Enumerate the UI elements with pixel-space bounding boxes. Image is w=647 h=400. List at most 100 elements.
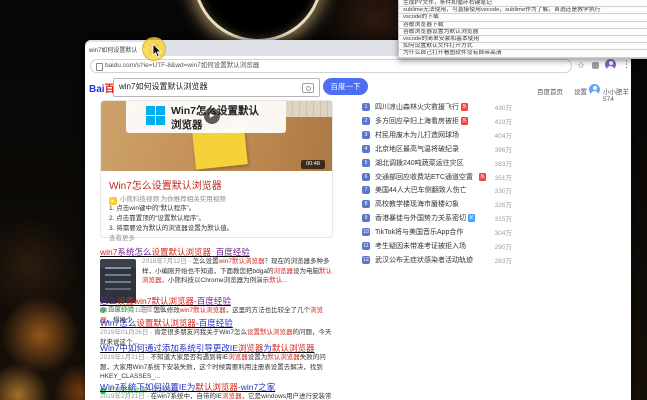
hot-list-item[interactable]: 8 高校教学楼现海市蜃楼幻象 326万: [362, 198, 512, 211]
text-segment: 设置为: [247, 354, 268, 361]
text-segment: 设为电脑: [292, 267, 319, 275]
hot-item-count: 430万: [494, 105, 512, 112]
text-segment: win7默认浏览器: [179, 307, 226, 314]
search-box: [113, 78, 320, 97]
hot-list-item[interactable]: 11 考生疑因未带准考证被拒入场 290万: [362, 240, 512, 253]
hot-list-item[interactable]: 1 四川凉山森林火灾救援飞行热 430万: [362, 101, 512, 114]
browser-window: win7如何设置默认浏览器_百度搜索 × + baidu.com/s?ie=UT…: [85, 40, 631, 400]
hot-rank-badge: 10: [362, 228, 370, 237]
result-snippet: 2019年1月21日 - 不知道大家是否有遇到将IE浏览器设置为默认浏览器失败的…: [100, 353, 333, 382]
note-line: 为什么自己打开看图软件没有自带高清: [399, 50, 647, 58]
hot-list-item[interactable]: 7 美国44人大巴车侧翻致人伤亡 330万: [362, 184, 512, 197]
hot-item-count: 326万: [494, 202, 512, 210]
result-title-link[interactable]: Win7系统下如何设置IE为默认浏览器-win7之家: [100, 381, 333, 392]
view-more-link[interactable]: 查看更多: [109, 232, 135, 242]
text-segment: 浏览器: [237, 343, 264, 353]
text-segment: win7默认浏览器: [218, 258, 265, 265]
eclipse-wallpaper: [193, 0, 323, 42]
baidu-username[interactable]: 小小肥羊574: [603, 86, 631, 103]
text-segment: 2019年01月26日 -: [100, 329, 155, 336]
hot-item-count: 315万: [494, 216, 512, 224]
mouse-cursor-icon: [152, 44, 162, 58]
page-security-icon[interactable]: [96, 63, 103, 71]
hot-list-item[interactable]: 3 村民用废木为儿打造网球场 404万: [362, 129, 512, 142]
browser-profile-avatar[interactable]: [605, 59, 616, 70]
video-step: 2. 点击靠置顶的“设置默认程序”。: [109, 215, 206, 222]
text-segment: 肯定很多朋友问我关于Win7怎么: [154, 329, 248, 336]
video-steps-list: 1. 点击win键中的“默认程序”。 2. 点击靠置顶的“设置默认程序”。 3. 将…: [109, 204, 327, 234]
text-segment: 默认...: [269, 277, 288, 284]
search-input[interactable]: [114, 79, 299, 94]
hot-item-count: 404万: [494, 132, 512, 140]
hot-list-item[interactable]: 9 香港暴徒与外国势力关系密切新 315万: [362, 212, 512, 225]
text-segment: 设置win7默认浏览器: [117, 296, 194, 306]
hot-item-title[interactable]: 多方回应孕妇上海看房被拒: [375, 116, 459, 126]
browser-menu-icon[interactable]: ⋮: [622, 59, 631, 70]
text-segment: 怎么修改: [153, 307, 180, 314]
bookmark-star-icon[interactable]: ☆: [577, 60, 585, 71]
hot-flag-badge: 热: [479, 172, 486, 181]
nav-baidu-home[interactable]: 百度首页: [537, 86, 563, 96]
hot-rank-badge: 7: [362, 186, 370, 195]
hot-list-item[interactable]: 4 北京地区最高气温将破纪录 396万: [362, 143, 512, 156]
hot-item-title[interactable]: 北京地区最高气温将破纪录: [375, 144, 459, 154]
hot-item-title[interactable]: 香港暴徒与外国势力关系密切: [375, 213, 466, 223]
note-line: 生成PY文件，条件和循环右键笔记: [399, 0, 647, 8]
baidu-user-avatar[interactable]: [589, 84, 600, 95]
hot-flag-badge: 热: [461, 103, 468, 111]
hot-item-title[interactable]: 武汉公布无症状感染者活动轨迹: [375, 255, 473, 265]
hot-rank-badge: 2: [362, 116, 370, 125]
text-segment: Win7系统下如何设置IE为: [100, 382, 196, 392]
camera-search-icon[interactable]: [302, 83, 314, 93]
address-bar[interactable]: baidu.com/s?ie=UTF-8&wd=win7如何设置默认浏览器: [90, 59, 572, 73]
hot-rank-badge: 5: [362, 158, 370, 167]
hot-rank-badge: 12: [362, 255, 370, 264]
video-result-title[interactable]: Win7怎么设置默认浏览器: [109, 177, 222, 192]
nav-settings[interactable]: 设置: [574, 86, 587, 96]
video-step: 3. 将需要设为默认的浏览器设置为默认值。: [109, 225, 234, 232]
text-segment: 设置默认浏览器: [136, 318, 196, 328]
text-segment: 默认浏览器: [271, 343, 315, 353]
result-title-link[interactable]: win7系统怎么设置默认浏览器_百度经验: [100, 246, 333, 257]
hot-item-title[interactable]: 考生疑因未带准考证被拒入场: [375, 241, 466, 251]
text-segment: 不知道大家是否有遇到将IE: [150, 354, 229, 361]
hot-item-count: 283万: [494, 257, 512, 265]
result-title-link[interactable]: Win7怎么设置默认浏览器-百度经验: [100, 317, 333, 328]
video-result-card[interactable]: Win7怎么设置默认 浏览器 ▶ 00:48 Win7怎么设置默认浏览器 ▶小熊…: [100, 100, 333, 242]
hot-search-list: 1 四川凉山森林火灾救援飞行热 430万 2 多方回应孕妇上海看房被拒热 419万 3 村民用…: [362, 101, 512, 311]
hot-item-title[interactable]: 高校教学楼现海市蜃楼幻象: [375, 199, 459, 209]
hot-item-title[interactable]: TikTok将与美国音乐App合作: [375, 227, 463, 237]
hot-item-title[interactable]: 美国44人大巴车侧翻致人伤亡: [375, 185, 467, 195]
hot-list-item[interactable]: 5 湖北调拨240吨蔬菜运往灾区 383万: [362, 157, 512, 170]
result-title-link[interactable]: Win7中如何通过添加系统引导更改IE浏览器为默认浏览器: [100, 342, 333, 353]
text-segment: ，这里的方法也比较全了几个: [225, 307, 311, 314]
hot-item-title[interactable]: 村民用废木为儿打造网球场: [375, 130, 459, 140]
extension-icon[interactable]: [592, 62, 599, 69]
hot-item-title[interactable]: 交通部回应收费站ETC通道空置: [375, 172, 473, 182]
hot-item-count: 304万: [494, 230, 512, 238]
play-button-icon[interactable]: ▶: [204, 108, 220, 124]
text-segment: _百度经验: [211, 247, 250, 257]
hot-list-item[interactable]: 12 武汉公布无症状感染者活动轨迹 283万: [362, 254, 512, 267]
video-thumbnail[interactable]: Win7怎么设置默认 浏览器 ▶ 00:48: [101, 101, 332, 171]
hot-list-item[interactable]: 10 TikTok将与美国音乐App合作 304万: [362, 226, 512, 239]
video-duration-badge: 00:48: [301, 160, 325, 169]
url-text: baidu.com/s?ie=UTF-8&wd=win7如何设置默认浏览器: [105, 62, 260, 69]
windows-logo-icon: [146, 106, 165, 125]
hot-list-item[interactable]: 2 多方回应孕妇上海看房被拒热 419万: [362, 115, 512, 128]
baidu-search-button[interactable]: 百度一下: [323, 78, 368, 95]
text-segment: 设置默认浏览器: [151, 247, 212, 257]
hot-item-count: 290万: [494, 244, 512, 251]
note-line: sublime无法使用，可直接使用vscode，sublime作为了解，首选还是…: [399, 7, 647, 15]
hot-item-title[interactable]: 四川凉山森林火灾救援飞行: [375, 102, 459, 112]
hot-rank-badge: 3: [362, 130, 370, 139]
text-segment: 浏览器: [228, 354, 248, 361]
hot-list-item[interactable]: 6 交通部回应收费站ETC通道空置热 351万: [362, 171, 512, 184]
hot-item-title[interactable]: 湖北调拨240吨蔬菜运往灾区: [375, 158, 464, 168]
result-title-link[interactable]: 怎么设置win7默认浏览器-百度经验: [100, 295, 333, 306]
search-result: Win7系统下如何设置IE为默认浏览器-win7之家 2019年2月21日 - 在…: [100, 381, 333, 400]
text-segment: ，小熊科技以Chrome浏览器为例演示: [161, 277, 270, 284]
browser-tab[interactable]: win7如何设置默认浏览器_百度搜索 ×: [85, 42, 149, 56]
text-segment: 怎么: [100, 296, 118, 306]
text-segment: 默认浏览器: [195, 382, 238, 392]
